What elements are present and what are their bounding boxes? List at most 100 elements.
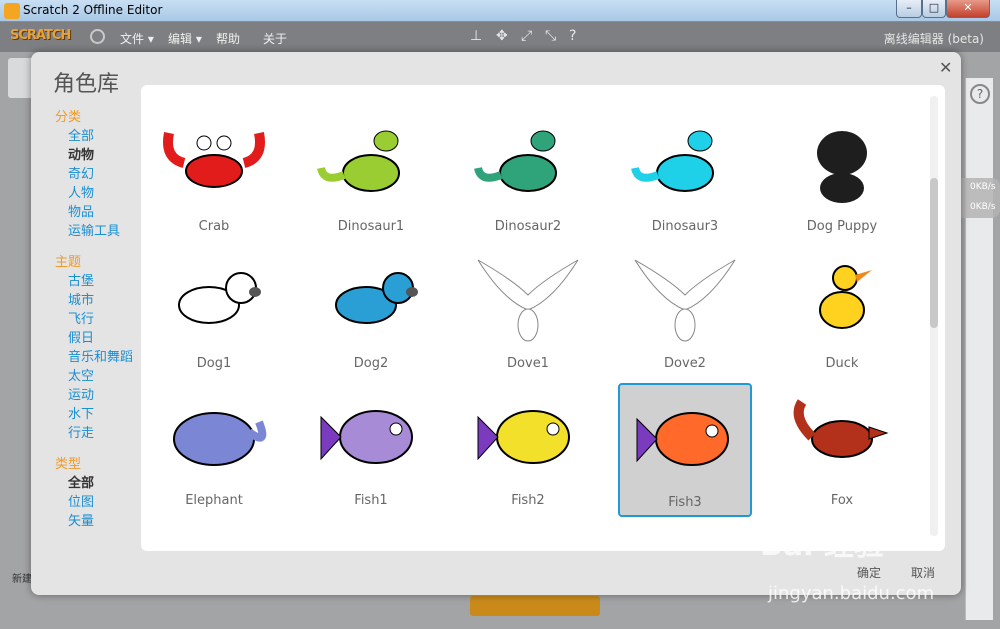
sidebar-item-1-3[interactable]: 假日 [55,329,155,348]
ok-button[interactable]: 确定 [857,564,881,581]
sprite-label: Fox [830,493,854,508]
dove-icon [634,259,736,342]
scratch-logo[interactable]: SCRATCH [10,28,71,43]
sprite-label: Dog Puppy [806,219,878,234]
elephant-icon [173,412,267,466]
menu-about[interactable]: 关于 [263,30,287,47]
dinosaur-icon [474,130,557,192]
sprite-grid: Crab Dinosaur1 Dinosaur2 Dinosaur3 Dog Puppy… [141,85,945,551]
sidebar-item-1-4[interactable]: 音乐和舞蹈 [55,348,155,367]
sprite-tile-dove1[interactable]: Dove1 [461,246,595,380]
sprite-label: Fish1 [354,493,388,508]
menubar: SCRATCH 文件 ▾ 编辑 ▾ 帮助 关于 ⊥ ✥ ⤢ ⤡ ? 离线编辑器 … [0,22,1000,52]
minimize-button[interactable]: – [896,0,922,18]
fish-icon [477,410,570,464]
sprite-tile-fish3[interactable]: Fish3 [618,383,752,517]
sprite-label: Dinosaur3 [651,219,719,234]
sidebar-item-1-6[interactable]: 运动 [55,386,155,405]
window-title: Scratch 2 Offline Editor [23,3,163,17]
sidebar-item-1-7[interactable]: 水下 [55,405,155,424]
sidebar-item-2-2[interactable]: 矢量 [55,512,155,531]
scrollbar-thumb[interactable] [930,178,938,328]
sprite-label: Dinosaur2 [494,219,562,234]
sidebar-item-1-0[interactable]: 古堡 [55,272,155,291]
sprite-tile-duck[interactable]: Duck [775,246,909,380]
sprite-tile-dinosaur2[interactable]: Dinosaur2 [461,109,595,243]
sidebar-section-heading: 主题 [55,255,82,270]
sprite-tile-dog1[interactable]: Dog1 [147,246,281,380]
sprite-label: Fish3 [668,495,702,510]
sprite-label: Dog1 [196,356,232,371]
language-globe-icon[interactable] [90,29,105,44]
sidebar-item-1-2[interactable]: 飞行 [55,310,155,329]
sprite-tile-fish1[interactable]: Fish1 [304,383,438,517]
baidu-watermark-url: jingyan.baidu.com [768,583,935,604]
maximize-button[interactable]: □ [922,0,946,18]
sprite-label: Dove1 [507,356,549,371]
sprite-tile-dinosaur3[interactable]: Dinosaur3 [618,109,752,243]
baidu-watermark-logo: Bai 经验 [760,528,884,563]
sprite-tile-fox[interactable]: Fox [775,383,909,517]
sprite-grid-scrollbar[interactable] [930,96,938,536]
cancel-button[interactable]: 取消 [911,564,935,581]
sidebar-section-heading: 分类 [55,110,82,125]
sidebar-item-2-1[interactable]: 位图 [55,493,155,512]
grow-tool-icon[interactable]: ⤢ [521,28,532,44]
new-sprite-label: 新建 [12,574,32,585]
sprite-tile-dinosaur1[interactable]: Dinosaur1 [304,109,438,243]
sidebar-item-1-5[interactable]: 太空 [55,367,155,386]
sprite-label: Fish2 [511,493,545,508]
sidebar-item-0-0[interactable]: 全部 [55,127,155,146]
sidebar-item-0-1[interactable]: 动物 [55,146,155,165]
window-close-button[interactable]: ✕ [946,0,990,18]
menu-file[interactable]: 文件 ▾ [120,30,154,47]
sprite-tile-crab[interactable]: Crab [147,109,281,243]
fish-icon [320,410,413,464]
sidebar-item-0-4[interactable]: 物品 [55,203,155,222]
sidebar-item-1-1[interactable]: 城市 [55,291,155,310]
fox-icon [793,399,889,458]
puppy-icon [817,131,867,203]
help-icon[interactable]: ? [970,84,990,104]
sprite-label: Crab [198,219,230,234]
offline-editor-label: 离线编辑器 (beta) [883,32,984,46]
sprite-tile-elephant[interactable]: Elephant [147,383,281,517]
sprite-tile-dog2[interactable]: Dog2 [304,246,438,380]
sidebar-item-1-8[interactable]: 行走 [55,424,155,443]
sprite-tile-dog-puppy[interactable]: Dog Puppy [775,109,909,243]
cut-tool-icon[interactable]: ✥ [496,28,508,44]
sidebar-item-0-2[interactable]: 奇幻 [55,165,155,184]
help-tool-icon[interactable]: ? [569,28,576,44]
menu-help[interactable]: 帮助 [216,30,240,47]
dog-icon [335,272,418,324]
sprite-tile-fish2[interactable]: Fish2 [461,383,595,517]
dinosaur-icon [317,130,400,192]
duck-icon [819,265,872,329]
sidebar-item-2-0[interactable]: 全部 [55,474,155,493]
sprite-tile-dove2[interactable]: Dove2 [618,246,752,380]
fish-icon [636,412,729,466]
sprite-label: Elephant [185,493,243,508]
dialog-title: 角色库 [53,72,120,97]
stamp-tool-icon[interactable]: ⊥ [470,28,482,44]
menu-edit[interactable]: 编辑 ▾ [168,30,202,47]
dog-icon [178,272,261,324]
sprite-library-dialog: 角色库 ✕ 分类 全部 动物 奇幻 人物 物品 运输工具 主题 古堡 城市 飞行 假日 音乐和舞蹈 太空运… [31,52,961,595]
sidebar-item-0-5[interactable]: 运输工具 [55,222,155,241]
sidebar-section-heading: 类型 [55,457,82,472]
sidebar-item-0-3[interactable]: 人物 [55,184,155,203]
dove-icon [477,259,579,342]
sprite-label: Dog2 [353,356,389,371]
shrink-tool-icon[interactable]: ⤡ [545,28,556,44]
right-panel: ? [965,78,993,620]
crab-icon [163,132,265,188]
sprite-label: Dove2 [664,356,706,371]
sprite-label: Duck [825,356,859,371]
window-titlebar: Scratch 2 Offline Editor – □ ✕ [0,0,1000,22]
dinosaur-icon [631,130,714,192]
sprite-label: Dinosaur1 [337,219,405,234]
scratch-app-icon [4,3,20,19]
close-icon[interactable]: ✕ [939,58,952,77]
script-block [470,596,600,616]
library-sidebar: 分类 全部 动物 奇幻 人物 物品 运输工具 主题 古堡 城市 飞行 假日 音乐和舞蹈 太空 运动 水下 行走类… [55,108,155,531]
